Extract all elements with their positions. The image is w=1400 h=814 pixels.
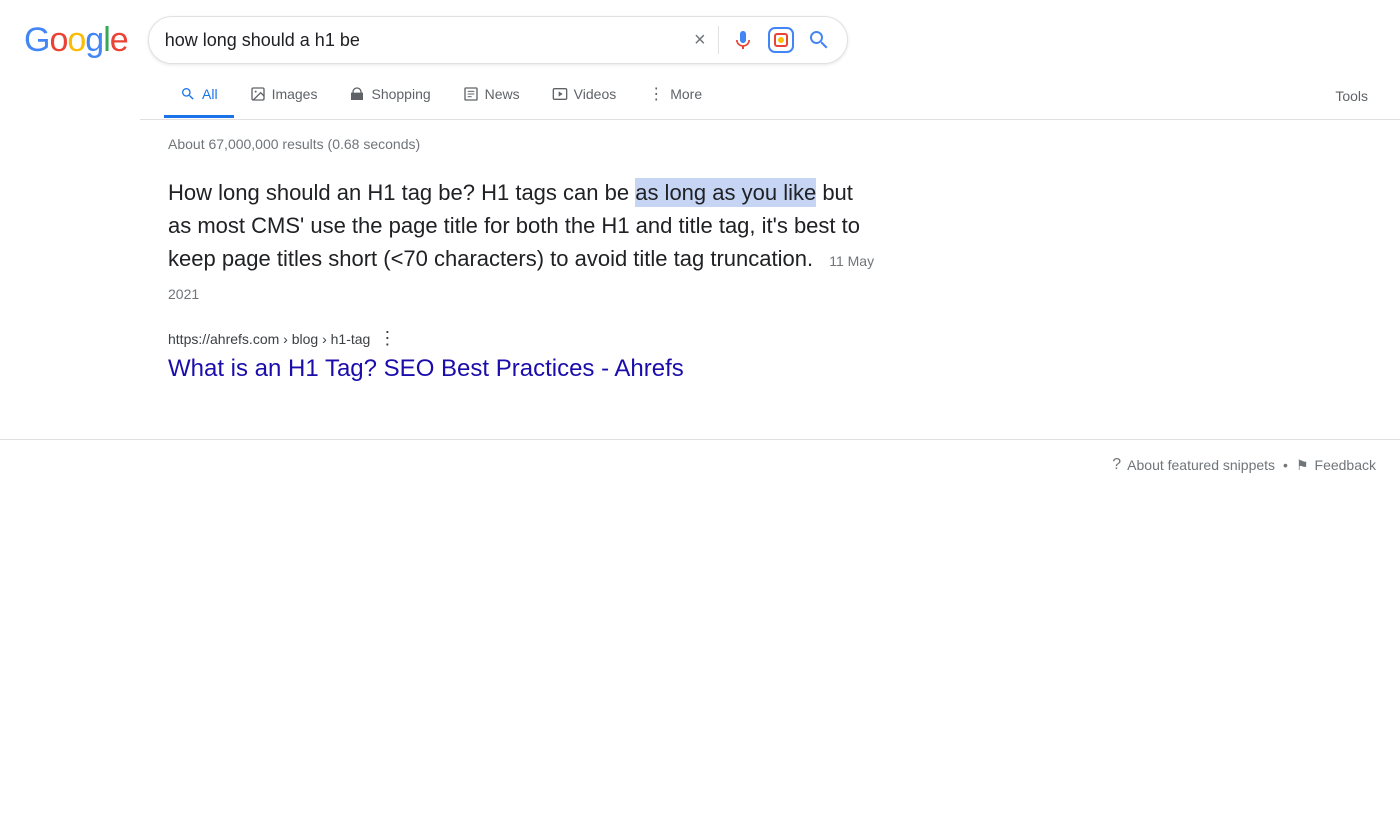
google-logo[interactable]: Google xyxy=(24,21,128,60)
tab-videos-label: Videos xyxy=(574,86,617,102)
footer-separator: • xyxy=(1283,457,1288,473)
result-url-text: https://ahrefs.com › blog › h1-tag xyxy=(168,331,370,347)
feedback-icon: ⚑ xyxy=(1296,457,1309,474)
tab-news[interactable]: News xyxy=(447,73,536,118)
clear-icon[interactable]: × xyxy=(694,29,706,52)
snippet-text-before: How long should an H1 tag be? H1 tags ca… xyxy=(168,180,635,205)
vertical-divider xyxy=(718,26,719,54)
results-count: About 67,000,000 results (0.68 seconds) xyxy=(168,136,876,152)
search-button-icon[interactable] xyxy=(807,28,831,52)
logo-letter-g: G xyxy=(24,21,49,59)
search-bar[interactable]: how long should a h1 be × xyxy=(148,16,848,64)
featured-snippet: How long should an H1 tag be? H1 tags ca… xyxy=(168,176,876,308)
about-snippets-label: About featured snippets xyxy=(1127,457,1275,473)
tab-all-label: All xyxy=(202,86,218,102)
about-snippets-item[interactable]: ? About featured snippets xyxy=(1112,456,1275,474)
tab-shopping[interactable]: Shopping xyxy=(333,73,446,118)
microphone-icon[interactable] xyxy=(731,28,755,52)
tab-images-label: Images xyxy=(272,86,318,102)
shopping-tab-icon xyxy=(349,85,365,103)
logo-letter-e: e xyxy=(110,21,128,59)
result-title-link[interactable]: What is an H1 Tag? SEO Best Practices - … xyxy=(168,355,876,383)
question-icon: ? xyxy=(1112,456,1121,474)
logo-letter-g2: g xyxy=(85,21,103,59)
snippet-text: How long should an H1 tag be? H1 tags ca… xyxy=(168,176,876,308)
snippet-text-highlight: as long as you like xyxy=(635,178,816,207)
tools-button[interactable]: Tools xyxy=(1327,76,1376,116)
results-area: About 67,000,000 results (0.68 seconds) … xyxy=(0,120,900,399)
logo-letter-o2: o xyxy=(67,21,85,59)
feedback-label: Feedback xyxy=(1315,457,1376,473)
feedback-item[interactable]: ⚑ Feedback xyxy=(1296,457,1376,474)
logo-letter-o1: o xyxy=(49,21,67,59)
tab-more[interactable]: ⋮ More xyxy=(632,72,718,119)
result-url: https://ahrefs.com › blog › h1-tag ⋮ xyxy=(168,328,876,349)
tab-more-label: More xyxy=(670,86,702,102)
search-bar-icons: × xyxy=(694,26,831,54)
search-tab-icon xyxy=(180,85,196,103)
tab-images[interactable]: Images xyxy=(234,73,334,118)
header: Google how long should a h1 be × xyxy=(0,0,1400,72)
images-tab-icon xyxy=(250,85,266,103)
tab-news-label: News xyxy=(485,86,520,102)
news-tab-icon xyxy=(463,85,479,103)
search-input[interactable]: how long should a h1 be xyxy=(165,30,694,51)
tab-shopping-label: Shopping xyxy=(371,86,430,102)
google-lens-icon[interactable] xyxy=(767,26,795,54)
videos-tab-icon xyxy=(552,85,568,103)
tab-videos[interactable]: Videos xyxy=(536,73,633,118)
tab-all[interactable]: All xyxy=(164,73,234,118)
result-options-icon[interactable]: ⋮ xyxy=(378,328,396,349)
footer: ? About featured snippets • ⚑ Feedback xyxy=(0,439,1400,490)
search-result-item: https://ahrefs.com › blog › h1-tag ⋮ Wha… xyxy=(168,328,876,383)
nav-tabs: All Images Shopping xyxy=(140,72,1400,120)
search-bar-container: how long should a h1 be × xyxy=(148,16,848,64)
more-tab-icon: ⋮ xyxy=(648,84,664,104)
